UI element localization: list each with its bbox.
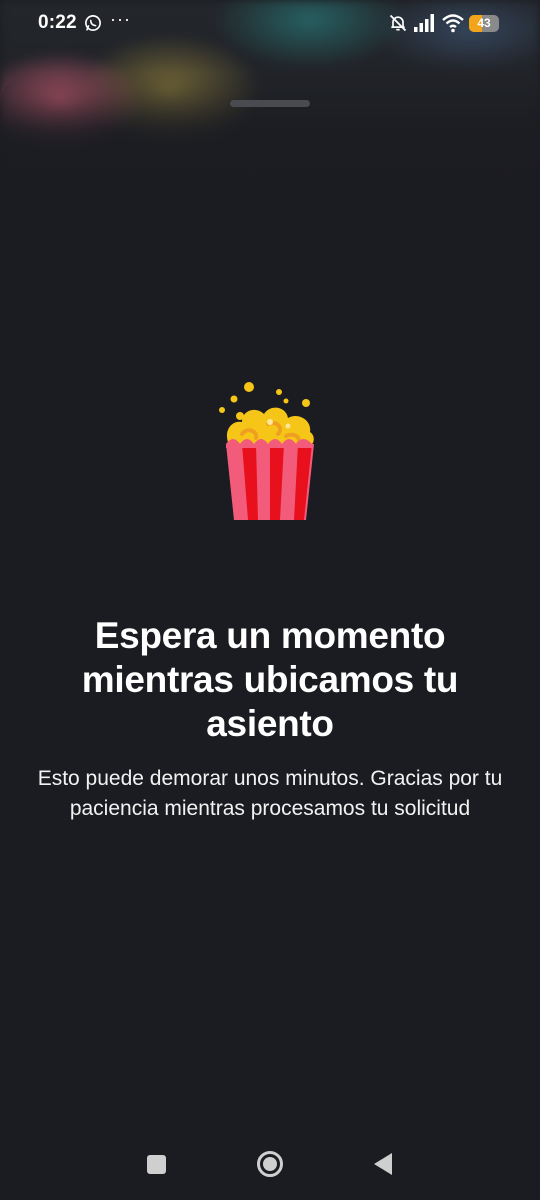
screen: 0:22 ··· 43 Espera un momento mientras u…: [0, 0, 540, 1200]
recents-icon[interactable]: [147, 1155, 166, 1174]
loading-subtitle: Esto puede demorar unos minutos. Gracias…: [37, 767, 503, 820]
popcorn-icon: [219, 382, 314, 520]
back-icon[interactable]: [373, 1152, 393, 1176]
status-bar: 0:22 ··· 43: [0, 0, 540, 48]
wifi-icon: [442, 14, 464, 33]
battery-icon: 43: [469, 15, 499, 32]
whatsapp-icon: [85, 15, 101, 31]
bell-off-icon: [389, 14, 407, 32]
battery-level: 43: [477, 16, 491, 30]
navigation-bar: [0, 1128, 540, 1200]
more-icon: ···: [110, 9, 131, 29]
sheet-drag-handle[interactable]: [230, 100, 310, 107]
signal-icon: [414, 14, 434, 32]
status-time: 0:22: [38, 12, 77, 33]
home-icon[interactable]: [256, 1150, 284, 1178]
loading-title: Espera un momento mientras ubicamos tu a…: [81, 615, 459, 744]
